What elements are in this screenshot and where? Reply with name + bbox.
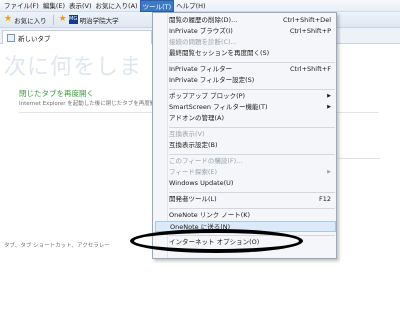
menu-item-label: InPrivate フィルター設定(S) bbox=[169, 76, 255, 84]
menu-item-diagnose-connection: 接続の問題を診断(C)... bbox=[169, 37, 335, 48]
menu-item-smartscreen[interactable]: SmartScreen フィルター機能(T) ▶ bbox=[169, 102, 335, 113]
menu-item-compat-view-settings[interactable]: 互換表示設定(B) bbox=[169, 140, 335, 151]
menu-separator bbox=[169, 208, 335, 209]
favorites-label: お気に入り bbox=[14, 16, 47, 25]
menu-tools[interactable]: ツール(T) bbox=[139, 0, 175, 12]
menu-item-windows-update[interactable]: Windows Update(U) bbox=[169, 178, 335, 189]
menu-item-inprivate-filter-settings[interactable]: InPrivate フィルター設定(S) bbox=[169, 75, 335, 86]
menu-item-manage-addons[interactable]: アドオンの管理(A) bbox=[169, 113, 335, 124]
menu-item-label: OneNote リンク ノート(K) bbox=[169, 211, 251, 219]
menu-item-onenote-linked-notes[interactable]: OneNote リンク ノート(K) bbox=[169, 210, 335, 221]
menu-bar: ファイル(F) 編集(E) 表示(V) お気に入り(A) ツール(T) ヘルプ(… bbox=[0, 0, 400, 12]
reopen-closed-tabs-link[interactable]: 閉じたタブを再度開く bbox=[19, 88, 94, 99]
menu-item-internet-options[interactable]: インターネット オプション(O) bbox=[169, 237, 335, 248]
menu-item-inprivate-filter[interactable]: InPrivate フィルター Ctrl+Shift+F bbox=[169, 64, 335, 75]
favorites-separator bbox=[52, 14, 54, 25]
shortcut-label: Ctrl+Shift+P bbox=[289, 27, 331, 35]
menu-item-label: InPrivate フィルター bbox=[169, 65, 233, 73]
favorites-button[interactable]: ★ お気に入り bbox=[4, 15, 47, 25]
menu-item-label: 開発者ツール(L) bbox=[169, 195, 217, 203]
menu-separator bbox=[169, 192, 335, 193]
add-favorite-icon: ★ bbox=[58, 14, 67, 24]
menu-item-feed-discovery: フィード探索(E) ▶ bbox=[169, 167, 335, 178]
tab-label: 新しいタブ bbox=[18, 34, 51, 43]
menu-item-label: 接続の問題を診断(C)... bbox=[169, 38, 237, 46]
menu-item-subscribe-feed: このフィードの購読(F)... bbox=[169, 156, 335, 167]
menu-file[interactable]: ファイル(F) bbox=[2, 0, 41, 12]
menu-item-reopen-last-session[interactable]: 最終閲覧セッションを再度開く(S) bbox=[169, 48, 335, 59]
menu-item-label: SmartScreen フィルター機能(T) bbox=[169, 103, 268, 111]
menu-separator bbox=[169, 235, 335, 236]
menu-item-label: OneNote に送る(N) bbox=[170, 223, 231, 231]
menu-item-developer-tools[interactable]: 開発者ツール(L) F12 bbox=[169, 194, 335, 205]
submenu-arrow-icon: ▶ bbox=[327, 104, 331, 110]
menu-item-label: ポップアップ ブロック(P) bbox=[169, 92, 246, 100]
site-logo-icon: MG bbox=[68, 15, 78, 24]
menu-item-label: 最終閲覧セッションを再度開く(S) bbox=[169, 49, 270, 57]
menu-item-label: 互換表示(V) bbox=[169, 130, 205, 138]
menu-item-label: フィード探索(E) bbox=[169, 168, 218, 176]
menu-edit[interactable]: 編集(E) bbox=[41, 0, 67, 12]
menu-favorites[interactable]: お気に入り(A) bbox=[94, 0, 140, 12]
menu-item-label: アドオンの管理(A) bbox=[169, 114, 225, 122]
menu-item-inprivate-browsing[interactable]: InPrivate ブラウズ(I) Ctrl+Shift+P bbox=[169, 26, 335, 37]
menu-separator bbox=[169, 89, 335, 90]
favorite-site-label: 明治学院大学 bbox=[79, 16, 119, 25]
menu-item-label: InPrivate ブラウズ(I) bbox=[169, 27, 233, 35]
star-icon: ★ bbox=[4, 14, 13, 24]
menu-separator bbox=[169, 154, 335, 155]
content-divider-right bbox=[338, 158, 380, 159]
menu-item-compat-view: 互換表示(V) bbox=[169, 129, 335, 140]
footer-hint: タブ、タブ ショートカット、アクセラレー bbox=[4, 243, 110, 249]
menu-item-label: Windows Update(U) bbox=[169, 179, 234, 187]
menu-item-send-to-onenote[interactable]: OneNote に送る(N) bbox=[155, 221, 336, 232]
tab-new[interactable]: 新しいタブ bbox=[2, 30, 152, 44]
shortcut-label: F12 bbox=[318, 195, 331, 203]
menu-item-label: インターネット オプション(O) bbox=[169, 238, 260, 246]
submenu-arrow-icon: ▶ bbox=[327, 169, 331, 175]
menu-item-delete-history[interactable]: 閲覧の履歴の削除(D)... Ctrl+Shift+Del bbox=[169, 15, 335, 26]
menu-item-label: このフィードの購読(F)... bbox=[169, 157, 243, 165]
tools-menu: 閲覧の履歴の削除(D)... Ctrl+Shift+Del InPrivate … bbox=[152, 12, 337, 259]
submenu-arrow-icon: ▶ bbox=[327, 93, 331, 99]
menu-separator bbox=[169, 127, 335, 128]
menu-view[interactable]: 表示(V) bbox=[67, 0, 94, 12]
menu-item-label: 閲覧の履歴の削除(D)... bbox=[169, 16, 238, 24]
shortcut-label: Ctrl+Shift+F bbox=[290, 65, 331, 73]
shortcut-label: Ctrl+Shift+Del bbox=[282, 16, 331, 24]
menu-item-label: 互換表示設定(B) bbox=[169, 141, 218, 149]
menu-item-popup-blocker[interactable]: ポップアップ ブロック(P) ▶ bbox=[169, 91, 335, 102]
menu-help[interactable]: ヘルプ(H) bbox=[174, 0, 207, 12]
favorite-site-link[interactable]: ★ MG 明治学院大学 bbox=[59, 15, 119, 25]
page-icon bbox=[7, 33, 15, 42]
menu-separator bbox=[169, 62, 335, 63]
page-title: 次に何をしま bbox=[4, 55, 143, 80]
